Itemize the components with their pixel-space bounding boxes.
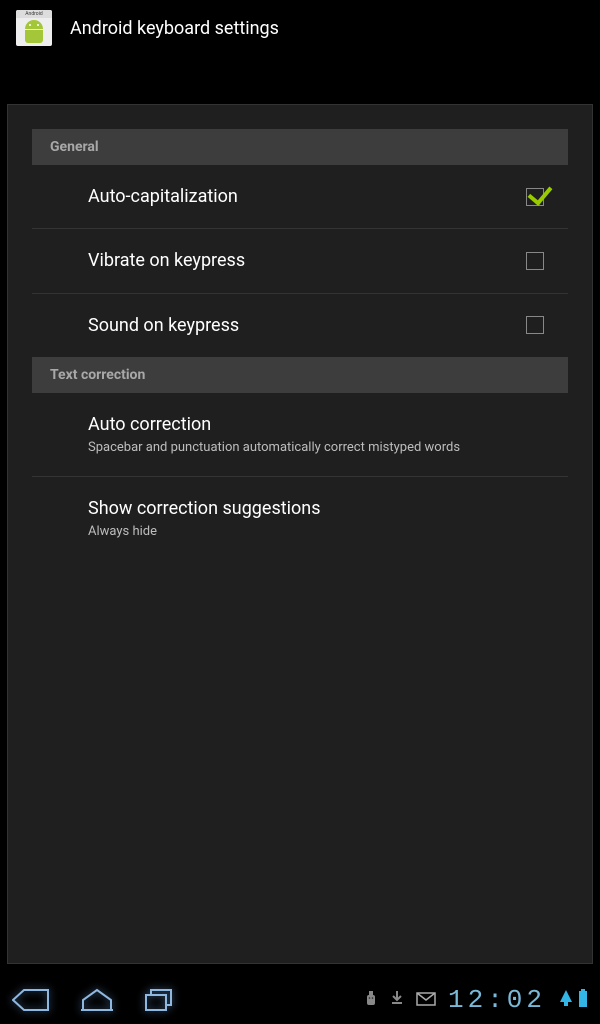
wifi-icon[interactable] [558, 988, 574, 1012]
section-header-text-correction: Text correction [32, 357, 568, 393]
section-header-general: General [32, 129, 568, 165]
home-button[interactable] [80, 988, 114, 1012]
app-header: Android keyboard settings [0, 0, 600, 56]
mail-icon[interactable] [416, 991, 436, 1010]
page-title: Android keyboard settings [70, 18, 279, 39]
battery-icon[interactable] [578, 988, 588, 1012]
recent-apps-button[interactable] [144, 988, 174, 1012]
usb-debug-icon[interactable] [364, 989, 378, 1011]
row-title: Show correction suggestions [88, 497, 544, 520]
system-navbar: 12:02 [0, 976, 600, 1024]
back-button[interactable] [12, 988, 50, 1012]
checkbox-auto-capitalization[interactable] [526, 188, 544, 206]
checkbox-vibrate[interactable] [526, 252, 544, 270]
download-icon[interactable] [390, 989, 404, 1011]
row-title: Sound on keypress [88, 314, 526, 337]
row-auto-capitalization[interactable]: Auto-capitalization [32, 165, 568, 229]
settings-panel: General Auto-capitalization Vibrate on k… [7, 104, 593, 964]
row-sound-on-keypress[interactable]: Sound on keypress [32, 294, 568, 357]
row-title: Auto correction [88, 413, 544, 436]
row-title: Vibrate on keypress [88, 249, 526, 272]
row-vibrate-on-keypress[interactable]: Vibrate on keypress [32, 229, 568, 293]
android-app-icon [16, 10, 52, 46]
row-show-correction-suggestions[interactable]: Show correction suggestions Always hide [32, 477, 568, 560]
status-clock[interactable]: 12:02 [448, 985, 546, 1015]
row-title: Auto-capitalization [88, 185, 526, 208]
row-auto-correction[interactable]: Auto correction Spacebar and punctuation… [32, 393, 568, 477]
row-subtitle: Always hide [88, 524, 544, 541]
row-subtitle: Spacebar and punctuation automatically c… [88, 440, 544, 457]
checkbox-sound[interactable] [526, 316, 544, 334]
